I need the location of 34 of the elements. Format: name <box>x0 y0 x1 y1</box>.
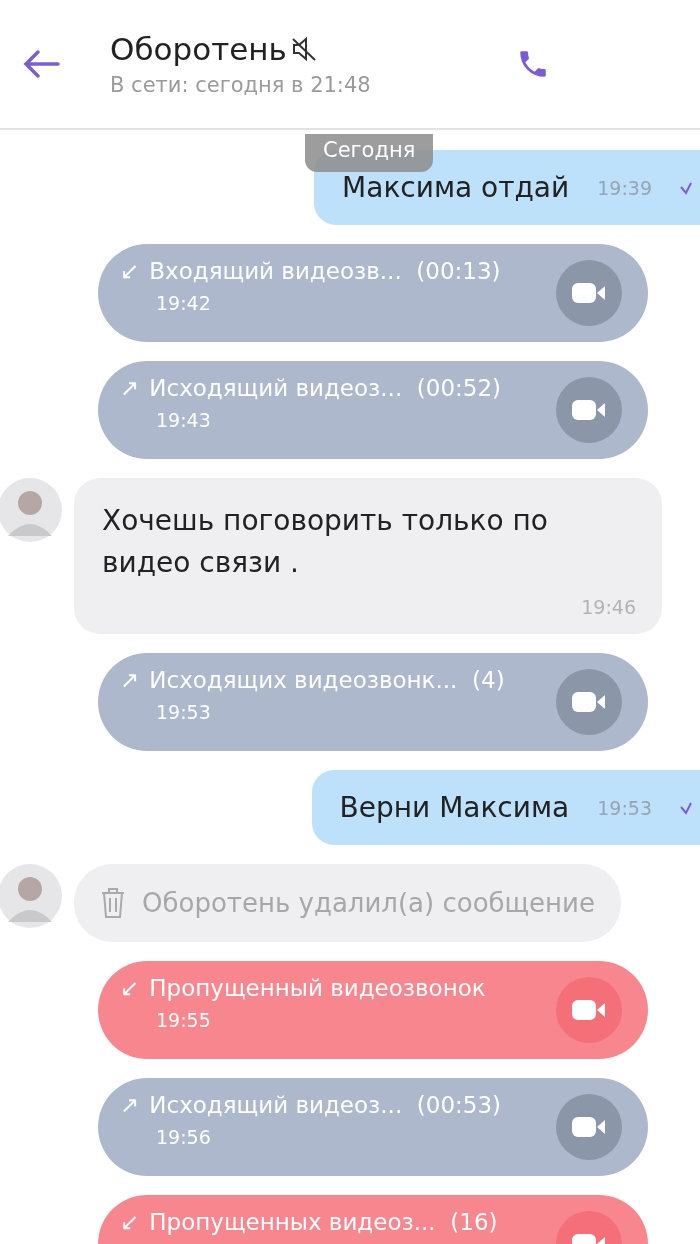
video-camera-icon <box>572 399 606 421</box>
call-label: Исходящий видеоз... (00:53) <box>149 1092 502 1118</box>
message-time: 19:53 <box>597 796 652 819</box>
call-direction: ↗ <box>120 1092 140 1118</box>
message-time: 19:39 <box>597 176 652 199</box>
call-time: 19:42 <box>156 292 212 314</box>
call-label: Пропущенный видеозвонок <box>149 975 486 1001</box>
call-label: Исходящих видеозвонк... (4) <box>149 667 505 693</box>
call-direction: ↙ <box>120 258 140 284</box>
message-text: Верни Максима <box>339 791 570 824</box>
video-camera-icon <box>572 999 606 1021</box>
call-label: Пропущенных видеоз... (16) <box>149 1209 498 1235</box>
back-button[interactable] <box>22 49 60 79</box>
call-time: 19:43 <box>156 409 212 431</box>
contact-name: Оборотень <box>110 31 287 67</box>
call-direction: ↗ <box>120 375 140 401</box>
trash-icon <box>100 887 126 919</box>
message-text: Максима отдай <box>342 171 570 204</box>
message-text: Хочешь поговорить только по видео связи . <box>102 503 549 581</box>
call-direction: ↙ <box>120 1209 140 1235</box>
deleted-notice: Оборотень удалил(а) сообщение <box>142 888 595 918</box>
call-direction: ↗ <box>120 667 140 693</box>
video-camera-icon <box>572 691 606 713</box>
message-time: 19:46 <box>581 596 636 618</box>
call-time: 19:56 <box>156 1126 212 1148</box>
call-label: Входящий видеозв... (00:13) <box>149 258 501 284</box>
date-chip: Сегодня <box>305 134 434 172</box>
call-time: 19:55 <box>156 1009 212 1031</box>
call-time: 19:53 <box>156 701 212 723</box>
call-label: Исходящий видеоз... (00:52) <box>149 375 502 401</box>
online-status: В сети: сегодня в 21:48 <box>110 73 372 97</box>
video-camera-icon <box>572 282 606 304</box>
call-direction: ↙ <box>120 975 140 1001</box>
video-camera-icon <box>572 1116 606 1138</box>
